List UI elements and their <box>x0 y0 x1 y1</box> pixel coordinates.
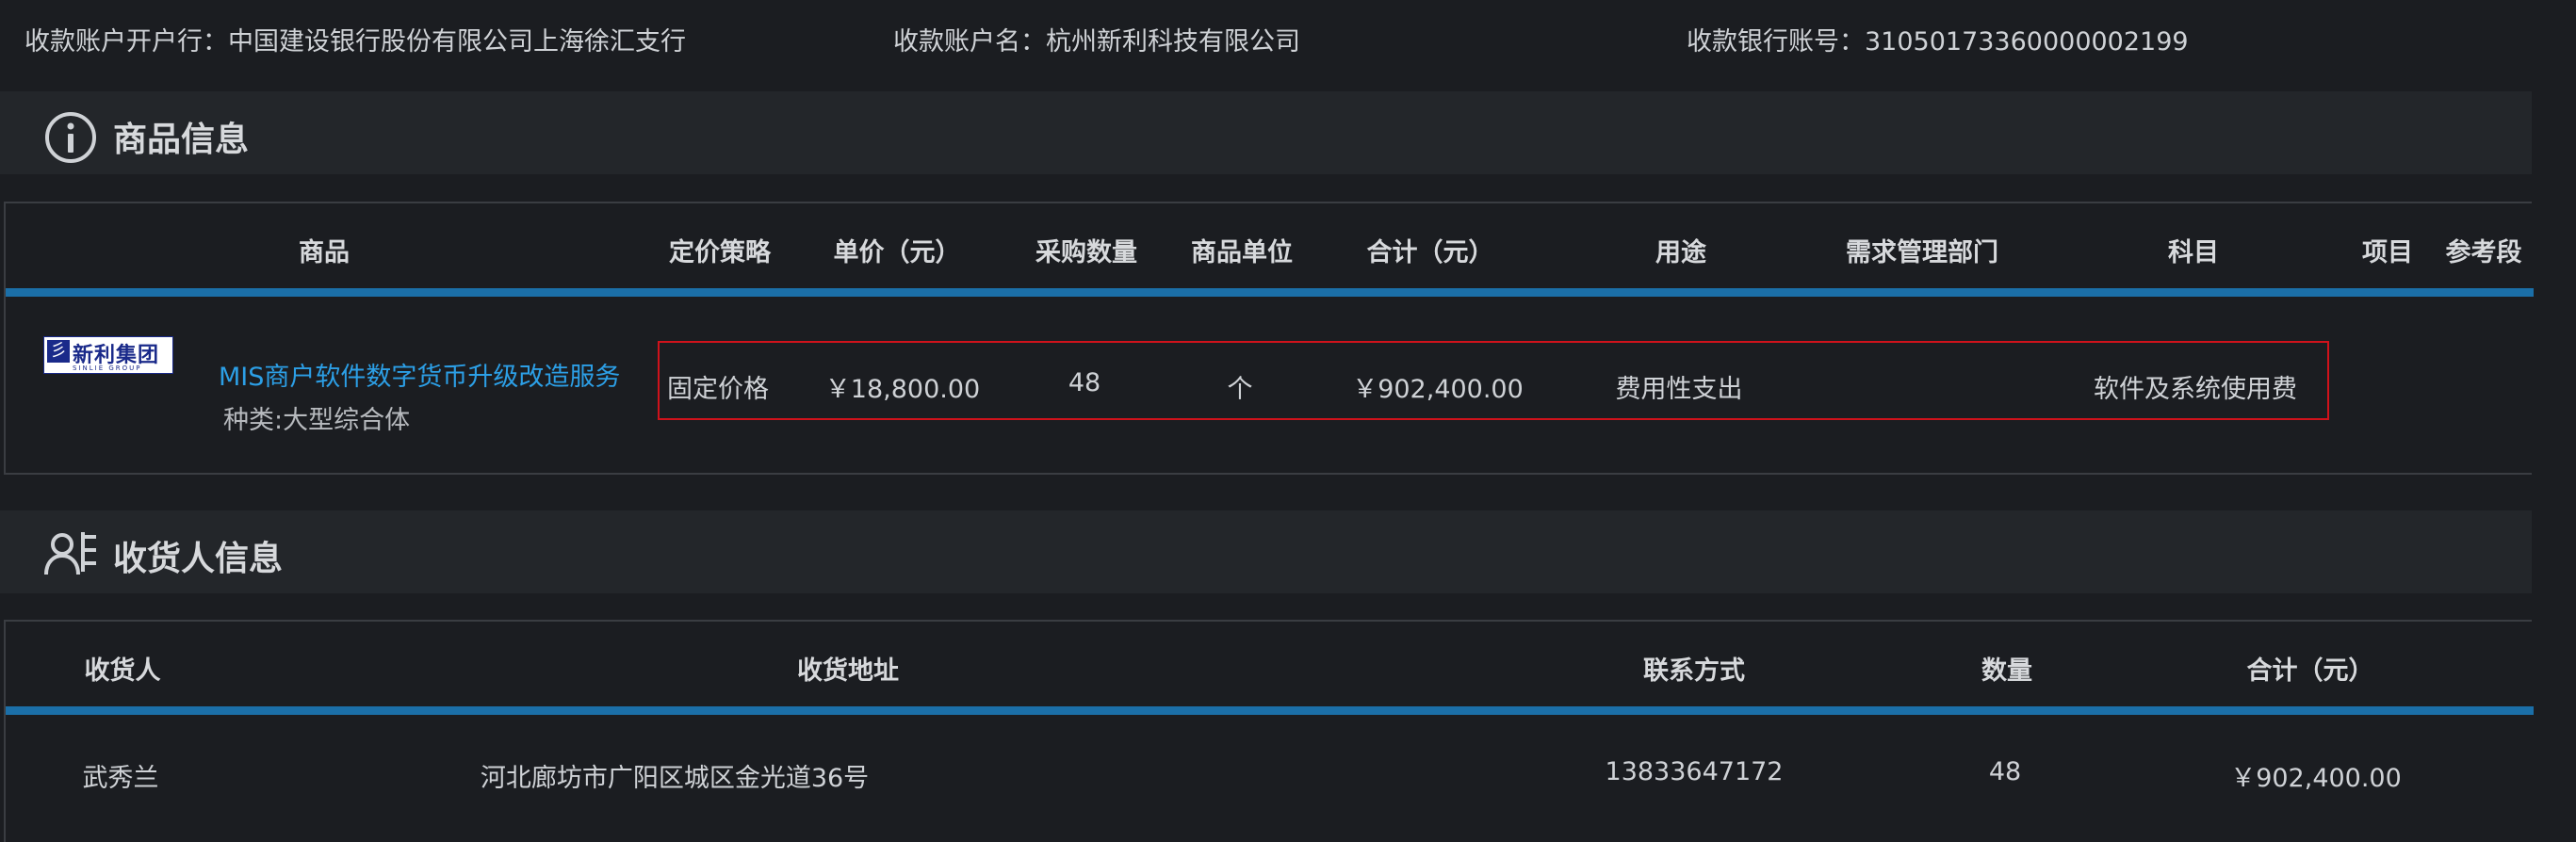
receiver-section-title: 收货人信息 <box>113 540 284 578</box>
column-header-pricing: 定价策略 <box>669 238 771 267</box>
subject: 软件及系统使用费 <box>2094 375 2297 404</box>
account-number-value: 31050173360000002199 <box>1865 27 2189 57</box>
receiver-total: ￥902,400.00 <box>2230 764 2402 793</box>
column-header-contact: 联系方式 <box>1643 656 1745 686</box>
product-name-link[interactable]: MIS商户软件数字货币升级改造服务 <box>219 356 620 393</box>
column-header-department: 需求管理部门 <box>1846 238 1998 267</box>
column-header-subject: 科目 <box>2168 238 2219 267</box>
product-section-header: 商品信息 <box>0 91 2532 174</box>
account-info-bar: 收款账户开户行：中国建设银行股份有限公司上海徐汇支行 收款账户名：杭州新利科技有… <box>0 0 2576 79</box>
product-category: 种类:大型综合体 <box>223 406 411 435</box>
column-header-receiver: 收货人 <box>84 656 161 686</box>
usage: 费用性支出 <box>1615 375 1743 404</box>
receiver-address: 河北廊坊市广阳区城区金光道36号 <box>480 764 870 793</box>
product-unit: 个 <box>1227 375 1253 404</box>
column-header-reference: 参考段 <box>2445 238 2522 267</box>
bank-label: 收款账户开户行： <box>24 27 228 57</box>
line-total: ￥902,400.00 <box>1352 375 1524 404</box>
account-number-label: 收款银行账号： <box>1687 27 1865 57</box>
column-header-total: 合计（元） <box>2246 656 2374 686</box>
receiver-quantity: 48 <box>1988 757 2022 786</box>
account-name-label: 收款账户名： <box>893 27 1046 57</box>
column-header-quantity: 数量 <box>1981 656 2032 686</box>
receiver-section-header: 收货人信息 <box>0 510 2532 593</box>
purchase-quantity: 48 <box>1068 368 1101 397</box>
info-circle-icon <box>43 110 98 171</box>
column-header-quantity: 采购数量 <box>1035 238 1137 267</box>
account-number-info: 收款银行账号：31050173360000002199 <box>1687 21 2189 57</box>
logo-mark-icon: 彡 <box>47 340 70 363</box>
receiver-card-icon <box>43 529 100 587</box>
bank-value: 中国建设银行股份有限公司上海徐汇支行 <box>228 27 686 57</box>
column-header-unit: 商品单位 <box>1191 238 1293 267</box>
column-header-address: 收货地址 <box>797 656 899 686</box>
column-header-product: 商品 <box>299 238 350 267</box>
column-header-unit-price: 单价（元） <box>833 238 961 267</box>
company-logo: 彡 新利集团 SINLIE GROUP <box>43 336 173 374</box>
column-header-total: 合计（元） <box>1366 238 1494 267</box>
pricing-strategy: 固定价格 <box>667 375 769 404</box>
receiver-name: 武秀兰 <box>82 764 159 793</box>
column-header-project: 项目 <box>2362 238 2413 267</box>
receiver-table: 收货人 收货地址 联系方式 数量 合计（元） <box>4 620 2534 842</box>
product-section-title: 商品信息 <box>113 121 250 159</box>
receiver-contact: 13833647172 <box>1605 757 1784 786</box>
account-name-info: 收款账户名：杭州新利科技有限公司 <box>893 21 1300 57</box>
table-header-rule <box>6 706 2534 715</box>
bank-info: 收款账户开户行：中国建设银行股份有限公司上海徐汇支行 <box>24 21 686 57</box>
table-header-rule <box>6 288 2534 297</box>
unit-price: ￥18,800.00 <box>824 375 981 404</box>
column-header-usage: 用途 <box>1655 238 1706 267</box>
account-name-value: 杭州新利科技有限公司 <box>1046 27 1300 57</box>
